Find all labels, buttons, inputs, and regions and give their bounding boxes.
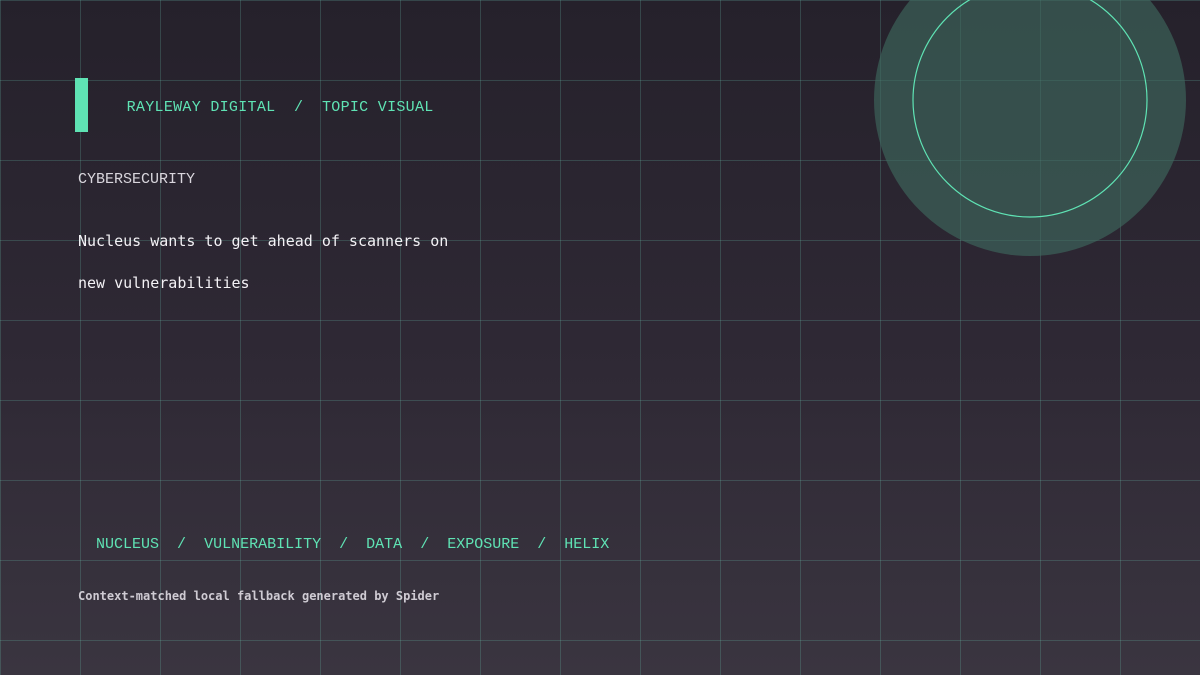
headline-line: Nucleus wants to get ahead of scanners o… — [78, 232, 449, 250]
tag-separator: / — [420, 536, 430, 553]
breadcrumb-separator: / — [294, 99, 304, 116]
tag-list: NUCLEUS / VULNERABILITY / DATA / EXPOSUR… — [78, 519, 609, 553]
tag-item: DATA — [366, 536, 403, 553]
tag-separator: / — [177, 536, 187, 553]
footer-note: Context-matched local fallback generated… — [78, 589, 440, 603]
tag-item: NUCLEUS — [96, 536, 160, 553]
tag-item: EXPOSURE — [447, 536, 520, 553]
decorative-circle-fill — [874, 0, 1186, 256]
tag-item: HELIX — [564, 536, 610, 553]
brand-name: RAYLEWAY DIGITAL — [126, 99, 276, 116]
tag-separator: / — [537, 536, 547, 553]
headline-line: new vulnerabilities — [78, 274, 250, 292]
tag-separator: / — [339, 536, 349, 553]
tag-item: VULNERABILITY — [204, 536, 322, 553]
category-label: CYBERSECURITY — [78, 171, 196, 188]
brand-breadcrumb: RAYLEWAY DIGITAL / TOPIC VISUAL — [108, 82, 434, 116]
headline: Nucleus wants to get ahead of scanners o… — [78, 220, 498, 304]
section-name: TOPIC VISUAL — [321, 99, 434, 116]
accent-bar — [75, 78, 88, 132]
